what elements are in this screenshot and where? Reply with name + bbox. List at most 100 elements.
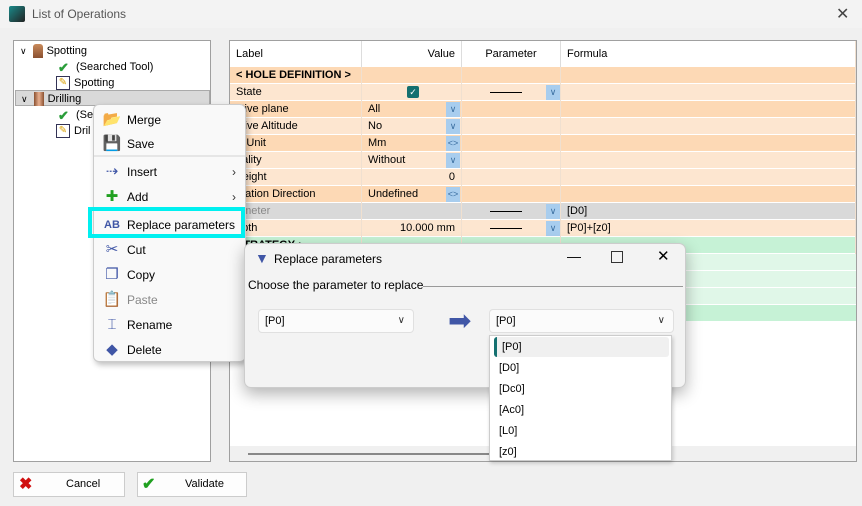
cell-value[interactable]: 10.000 mm	[362, 220, 462, 237]
cell-label: epth	[230, 220, 362, 237]
cross-icon: ✖	[19, 476, 33, 493]
menu-item-label: Insert	[127, 165, 158, 179]
cell-formula[interactable]	[561, 135, 856, 152]
cell-formula[interactable]	[561, 118, 856, 135]
chevron-down-icon[interactable]: ∨	[446, 153, 460, 168]
tree-item-searched-tool[interactable]: ✔ (Searched Tool)	[58, 59, 153, 75]
menu-item-paste[interactable]: 📋 Paste	[100, 288, 240, 312]
source-value: [P0]	[265, 315, 285, 327]
tree-item-spotting[interactable]: ∨ Spotting	[20, 43, 87, 59]
chevron-right-icon: ›	[232, 165, 236, 179]
menu-item-delete[interactable]: ◆ Delete	[100, 338, 240, 362]
chevron-down-icon: ∨	[397, 315, 405, 326]
spin-arrows-icon[interactable]: <>	[446, 187, 460, 202]
dropdown-option[interactable]: [Dc0]	[494, 379, 669, 399]
tree-item-drilling-op[interactable]: ✎ Dril	[56, 123, 91, 139]
table-row[interactable]: uality Without ∨	[230, 152, 856, 169]
chevron-down-icon[interactable]: ∨	[546, 221, 560, 236]
cell-value[interactable]	[362, 203, 462, 220]
paste-icon: 📋	[102, 291, 122, 308]
table-row[interactable]: Veight 0	[230, 169, 856, 186]
dropdown-option[interactable]: [Ac0]	[494, 400, 669, 420]
cell-parameter[interactable]	[462, 135, 561, 152]
table-row[interactable]: < HOLE DEFINITION >	[230, 67, 856, 84]
grid-header: Label Value Parameter Formula	[230, 41, 856, 67]
target-parameter-select[interactable]: [P0] ∨	[489, 309, 674, 333]
menu-item-insert[interactable]: ⇢ Insert ›	[100, 160, 240, 184]
header-value[interactable]: Value	[362, 41, 462, 67]
table-row[interactable]: State ∨ ✓	[230, 84, 856, 101]
cell-formula[interactable]	[561, 84, 856, 101]
cell-value[interactable]	[362, 67, 462, 84]
close-icon[interactable]: ✕	[836, 4, 849, 24]
menu-item-merge[interactable]: 📂 Merge	[100, 108, 240, 132]
cell-formula[interactable]	[561, 186, 856, 203]
chevron-down-icon[interactable]: ∨	[21, 94, 28, 104]
cell-formula[interactable]	[561, 67, 856, 84]
chevron-down-icon: ∨	[657, 315, 665, 326]
table-row[interactable]: ctive plane All ∨	[230, 101, 856, 118]
cell-label: State	[230, 84, 362, 101]
validate-label: Validate	[185, 478, 224, 490]
cell-parameter[interactable]	[462, 101, 561, 118]
menu-item-cut[interactable]: ✂ Cut	[100, 238, 240, 262]
header-label[interactable]: Label	[230, 41, 362, 67]
tree-item-spotting-op[interactable]: ✎ Spotting	[56, 75, 114, 91]
cell-parameter[interactable]	[462, 67, 561, 84]
menu-item-copy[interactable]: ❐ Copy	[100, 263, 240, 287]
dropdown-option[interactable]: [z0]	[494, 442, 669, 462]
chevron-down-icon[interactable]: ∨	[446, 102, 460, 117]
chevron-down-icon[interactable]: ∨	[446, 119, 460, 134]
table-row[interactable]: B Unit Mm <>	[230, 135, 856, 152]
cell-formula[interactable]: [D0]	[561, 203, 856, 220]
dropdown-option[interactable]: [D0]	[494, 358, 669, 378]
menu-item-label: Save	[127, 137, 155, 151]
cell-label: < HOLE DEFINITION >	[230, 67, 362, 84]
menu-item-label: Cut	[127, 243, 146, 257]
table-row[interactable]: ctive Altitude No ∨	[230, 118, 856, 135]
menu-item-rename[interactable]: ⌶ Rename	[100, 313, 240, 337]
cell-parameter[interactable]	[462, 118, 561, 135]
chevron-down-icon[interactable]: ∨	[20, 46, 27, 56]
dropdown-option[interactable]: [P0]	[494, 337, 669, 357]
cell-formula[interactable]: [P0]+[z0]	[561, 220, 856, 237]
dialog-title: Replace parameters	[274, 252, 383, 266]
menu-item-add[interactable]: ✚ Add ›	[100, 185, 240, 209]
chevron-down-icon[interactable]: ∨	[546, 85, 560, 100]
cell-parameter[interactable]	[462, 152, 561, 169]
dropdown-option[interactable]: [L0]	[494, 421, 669, 441]
source-parameter-select[interactable]: [P0] ∨	[258, 309, 414, 333]
menu-item-label: Merge	[127, 113, 162, 127]
cell-formula[interactable]	[561, 101, 856, 118]
cell-value[interactable]: 0	[362, 169, 462, 186]
arrow-right-icon: ➡	[448, 305, 472, 336]
cell-formula[interactable]	[561, 169, 856, 186]
tree-label: Drilling	[47, 93, 82, 105]
table-row[interactable]: ameter [D0] ∨	[230, 203, 856, 220]
state-checkbox[interactable]: ✓	[407, 86, 419, 98]
table-row[interactable]: otation Direction Undefined <>	[230, 186, 856, 203]
minimize-button[interactable]: —	[567, 248, 581, 264]
cell-label: uality	[230, 152, 362, 169]
header-parameter[interactable]: Parameter	[462, 41, 561, 67]
tree-item-searched-tool-2[interactable]: ✔ (Se	[58, 107, 93, 123]
spin-arrows-icon[interactable]: <>	[446, 136, 460, 151]
cell-parameter[interactable]	[462, 169, 561, 186]
edit-operation-icon: ✎	[56, 124, 70, 139]
cell-parameter[interactable]	[462, 186, 561, 203]
cell-formula[interactable]	[561, 152, 856, 169]
parameter-dropdown-list[interactable]: [P0] [D0] [Dc0] [Ac0] [L0] [z0]	[489, 335, 672, 461]
cancel-button[interactable]: ✖ Cancel	[13, 472, 125, 497]
cell-label: B Unit	[230, 135, 362, 152]
maximize-button[interactable]	[611, 251, 623, 263]
close-button[interactable]: ✕	[657, 247, 670, 265]
header-formula[interactable]: Formula	[561, 41, 856, 67]
table-row[interactable]: epth 10.000 mm [P0]+[z0] ∨	[230, 220, 856, 237]
group-line	[423, 286, 683, 287]
menu-item-save[interactable]: 💾 Save	[100, 132, 240, 156]
validate-button[interactable]: ✔ Validate	[137, 472, 247, 497]
title-bar: List of Operations ✕	[0, 0, 862, 28]
menu-item-label: Paste	[127, 293, 158, 307]
spotting-tool-icon	[32, 44, 43, 59]
chevron-down-icon[interactable]: ∨	[546, 204, 560, 219]
